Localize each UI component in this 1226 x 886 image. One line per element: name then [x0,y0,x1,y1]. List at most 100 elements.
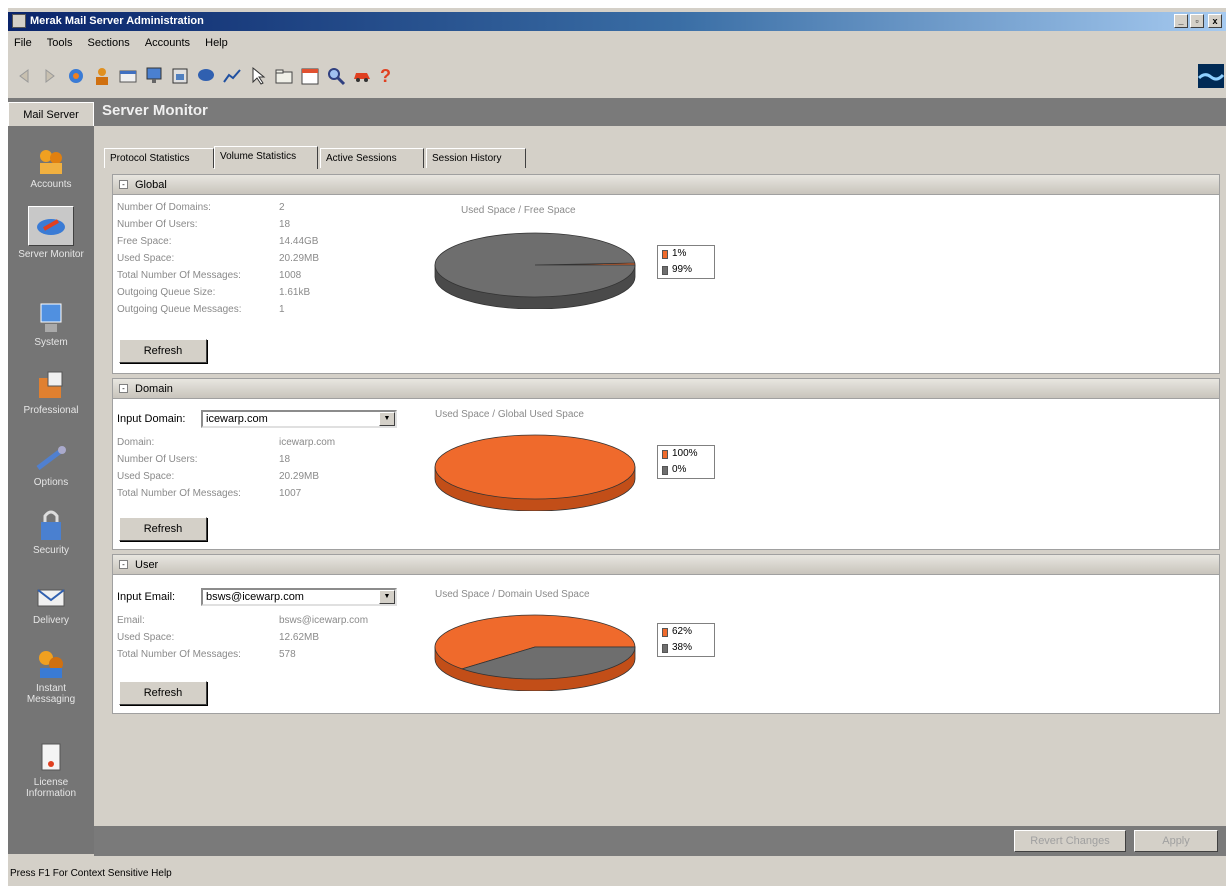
group-title: Domain [135,383,173,395]
dropdown-arrow-icon[interactable]: ▼ [379,412,395,426]
bottom-bar: Revert Changes Apply [94,826,1226,856]
menu-tools[interactable]: Tools [41,34,79,49]
app-window: Merak Mail Server Administration _ ▫ x F… [8,8,1226,886]
app-icon [12,14,26,28]
collapse-icon[interactable]: - [119,560,128,569]
domain-icon[interactable] [118,66,138,86]
email-combo[interactable]: bsws@icewarp.com ▼ [201,588,397,606]
dropdown-arrow-icon[interactable]: ▼ [379,590,395,604]
group-header[interactable]: - Global [113,175,1219,195]
chart-legend: 100% 0% [657,445,715,479]
chart-title: Used Space / Global Used Space [435,409,584,420]
refresh-button[interactable]: Refresh [119,681,207,705]
group-header[interactable]: - User [113,555,1219,575]
sidebar-item-label: Instant Messaging [26,683,76,705]
collapse-icon[interactable]: - [119,384,128,393]
legend-swatch [662,466,668,475]
pie-slice [434,232,636,298]
options-icon [36,446,66,470]
section-header: Mail Server Server Monitor [8,98,1226,126]
refresh-button[interactable]: Refresh [119,517,207,541]
domain-combo[interactable]: icewarp.com ▼ [201,410,397,428]
group-title: User [135,559,159,571]
revert-changes-button[interactable]: Revert Changes [1014,830,1126,852]
tab-active-sessions[interactable]: Active Sessions [320,148,424,168]
tab-protocol-statistics[interactable]: Protocol Statistics [104,148,214,168]
sidebar-item-instant-messaging[interactable]: Instant Messaging [8,644,94,705]
apply-button[interactable]: Apply [1134,830,1218,852]
sidebar: Accounts Server Monitor System Professio… [8,126,94,854]
domain-group: - Domain Input Domain: icewarp.com ▼ Dom… [112,378,1220,550]
sidebar-item-label: License Information [25,777,77,799]
group-header[interactable]: - Domain [113,379,1219,399]
back-icon[interactable] [14,66,34,86]
window-icon[interactable] [170,66,190,86]
menu-file[interactable]: File [8,34,38,49]
chat-icon[interactable] [196,66,216,86]
legend-label: 100% [672,448,698,459]
field-value: 14.44GB [279,236,319,247]
tab-mail-server[interactable]: Mail Server [8,102,94,126]
field-value: 578 [279,649,296,660]
sidebar-item-label: System [34,337,68,348]
main-content: Protocol Statistics Volume Statistics Ac… [94,126,1226,826]
legend-swatch [662,450,668,459]
sidebar-item-professional[interactable]: Professional [8,370,94,416]
maximize-button[interactable]: ▫ [1190,14,1204,28]
collapse-icon[interactable]: - [119,180,128,189]
legend-swatch [662,250,668,259]
sidebar-item-delivery[interactable]: Delivery [8,582,94,626]
field-label: Used Space: [117,471,175,482]
refresh-button[interactable]: Refresh [119,339,207,363]
chart-title: Used Space / Domain Used Space [435,589,590,600]
sidebar-item-options[interactable]: Options [8,444,94,488]
user-group: - User Input Email: bsws@icewarp.com ▼ E… [112,554,1220,714]
close-button[interactable]: x [1208,14,1222,28]
legend-label: 38% [672,642,693,653]
menu-accounts[interactable]: Accounts [139,34,196,49]
tab-volume-statistics[interactable]: Volume Statistics [214,146,318,169]
sidebar-item-server-monitor[interactable]: Server Monitor [8,206,94,260]
pie-chart [434,614,636,691]
field-value: bsws@icewarp.com [279,615,369,626]
monitor-icon[interactable] [144,66,164,86]
sidebar-item-security[interactable]: Security [8,508,94,556]
legend-swatch [662,628,668,637]
pie-chart [434,434,636,511]
chart-icon[interactable] [222,66,242,86]
field-value: 1008 [279,270,302,281]
field-label: Free Space: [117,236,172,247]
field-label: Total Number Of Messages: [117,270,241,281]
user-icon[interactable] [92,66,112,86]
search-icon[interactable] [326,66,346,86]
car-icon[interactable] [352,66,372,86]
field-label: Total Number Of Messages: [117,649,241,660]
legend-label: 99% [672,264,693,275]
sidebar-item-accounts[interactable]: Accounts [8,146,94,190]
instant-messaging-icon [39,651,63,678]
calendar-icon[interactable] [300,66,320,86]
field-value: 18 [279,454,291,465]
refresh-icon[interactable] [66,66,86,86]
email-combo-value: bsws@icewarp.com [206,591,304,603]
help-icon[interactable]: ? [380,66,400,86]
sidebar-item-license[interactable]: License Information [8,742,94,799]
sidebar-item-label: Server Monitor [18,249,84,260]
tab-session-history[interactable]: Session History [426,148,526,168]
legend-label: 1% [672,248,687,259]
legend-swatch [662,266,668,275]
sidebar-item-label: Security [32,545,70,556]
menu-sections[interactable]: Sections [82,34,136,49]
group-title: Global [135,179,167,191]
sidebar-item-label: Accounts [30,179,72,190]
field-value: 20.29MB [279,253,320,264]
domain-input-label: Input Domain: [117,413,186,425]
sidebar-item-system[interactable]: System [8,302,94,348]
folder-icon[interactable] [274,66,294,86]
pointer-icon[interactable] [248,66,268,86]
forward-icon[interactable] [40,66,60,86]
minimize-button[interactable]: _ [1174,14,1188,28]
legend-label: 62% [672,626,693,637]
field-label: Used Space: [117,253,175,264]
menu-help[interactable]: Help [199,34,234,49]
